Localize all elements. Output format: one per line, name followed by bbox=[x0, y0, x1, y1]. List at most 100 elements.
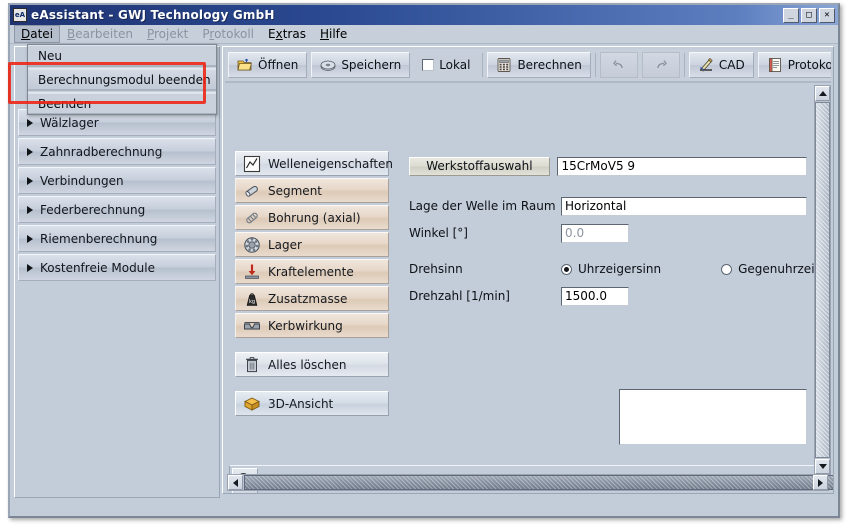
menu-projekt[interactable]: Projekt bbox=[140, 25, 195, 43]
button-label: Bohrung (axial) bbox=[268, 211, 361, 225]
scroll-left-button[interactable] bbox=[228, 475, 243, 490]
sidebar-item-kostenfreie-module[interactable]: Kostenfreie Module bbox=[18, 254, 216, 281]
undo-icon bbox=[611, 57, 627, 73]
button-zusatzmasse[interactable]: kg Zusatzmasse bbox=[235, 286, 389, 311]
material-value-field[interactable]: 15CrMoV5 9 bbox=[557, 157, 807, 176]
angle-value-field[interactable]: 0.0 bbox=[561, 224, 629, 243]
menu-extras[interactable]: Extras bbox=[261, 25, 313, 43]
main-content-panel: Öffnen Speichern Lokal bbox=[222, 46, 834, 494]
chevron-right-icon bbox=[27, 148, 33, 156]
menu-item-beenden[interactable]: Beenden bbox=[28, 93, 216, 114]
rotation-row: Drehsinn Uhrzeigersinn Gegenuhrzei bbox=[409, 255, 807, 283]
chevron-right-icon bbox=[27, 206, 33, 214]
button-lager[interactable]: Lager bbox=[235, 232, 389, 257]
angle-label: Winkel [°] bbox=[409, 226, 561, 240]
vertical-scrollbar[interactable] bbox=[814, 85, 831, 475]
cad-button[interactable]: CAD bbox=[689, 52, 754, 78]
sidebar-item-label: Verbindungen bbox=[40, 174, 124, 188]
chevron-right-icon bbox=[27, 235, 33, 243]
radio-button-icon[interactable] bbox=[561, 264, 572, 275]
sidebar-item-label: Riemenberechnung bbox=[40, 232, 157, 246]
speed-value-field[interactable]: 1500.0 bbox=[561, 287, 629, 306]
title-bar: eA eAssistant - GWJ Technology GmbH _ □ … bbox=[10, 5, 838, 25]
minimize-button[interactable]: _ bbox=[783, 8, 799, 23]
triangle-left-icon bbox=[233, 479, 238, 487]
lokal-checkbox[interactable]: Lokal bbox=[414, 52, 478, 78]
checkbox-icon[interactable] bbox=[422, 59, 434, 71]
menu-hilfe[interactable]: Hilfe bbox=[313, 25, 354, 43]
menu-bearbeiten[interactable]: Bearbeiten bbox=[60, 25, 140, 43]
sidebar-item-riemenberechnung[interactable]: Riemenberechnung bbox=[18, 225, 216, 252]
protokoll-button-label: Protokoll bbox=[788, 58, 831, 72]
application-window: eA eAssistant - GWJ Technology GmbH _ □ … bbox=[8, 3, 840, 518]
cad-pencil-icon bbox=[698, 57, 714, 73]
sidebar-item-federberechnung[interactable]: Federberechnung bbox=[18, 196, 216, 223]
berechnen-button[interactable]: Berechnen bbox=[487, 52, 590, 78]
button-label: Lager bbox=[268, 238, 302, 252]
position-label: Lage der Welle im Raum bbox=[409, 199, 561, 213]
trash-icon bbox=[243, 356, 261, 374]
maximize-button[interactable]: □ bbox=[801, 8, 817, 23]
button-label: Zusatzmasse bbox=[268, 292, 347, 306]
speed-label: Drehzahl [1/min] bbox=[409, 289, 561, 303]
button-3d-ansicht[interactable]: 3D-Ansicht bbox=[235, 391, 389, 416]
menu-item-neu[interactable]: Neu bbox=[28, 45, 216, 66]
window-controls: _ □ ✕ bbox=[783, 8, 835, 23]
triangle-down-icon bbox=[819, 464, 827, 469]
menu-protokoll[interactable]: Protokoll bbox=[195, 25, 261, 43]
cylinder-icon bbox=[243, 182, 261, 200]
sidebar-item-zahnradberechnung[interactable]: Zahnradberechnung bbox=[18, 138, 216, 165]
button-welleneigenschaften[interactable]: Welleneigenschaften bbox=[235, 151, 389, 176]
save-button-label: Speichern bbox=[341, 58, 401, 72]
position-value-field[interactable]: Horizontal bbox=[561, 197, 807, 216]
menu-datei[interactable]: DDateiatei bbox=[14, 25, 60, 43]
button-kraftelemente[interactable]: Kraftelemente bbox=[235, 259, 389, 284]
scroll-right-button[interactable] bbox=[813, 475, 828, 490]
button-label: Segment bbox=[268, 184, 322, 198]
open-button[interactable]: Öffnen bbox=[228, 52, 307, 78]
horizontal-scroll-thumb[interactable] bbox=[244, 475, 834, 490]
shaft-properties-form: Werkstoffauswahl 15CrMoV5 9 Lage der Wel… bbox=[409, 151, 807, 309]
radio-button-icon[interactable] bbox=[721, 264, 732, 275]
scroll-down-button[interactable] bbox=[815, 459, 830, 474]
chevron-right-icon bbox=[27, 119, 33, 127]
save-button[interactable]: Speichern bbox=[311, 52, 410, 78]
button-bohrung-axial[interactable]: Bohrung (axial) bbox=[235, 205, 389, 230]
main-toolbar: Öffnen Speichern Lokal bbox=[225, 49, 831, 83]
button-segment[interactable]: Segment bbox=[235, 178, 389, 203]
sidebar-item-verbindungen[interactable]: Verbindungen bbox=[18, 167, 216, 194]
werkstoffauswahl-button[interactable]: Werkstoffauswahl bbox=[409, 157, 550, 176]
result-text-area[interactable] bbox=[619, 389, 807, 445]
undo-button[interactable] bbox=[600, 52, 638, 78]
app-icon: eA bbox=[13, 8, 27, 22]
radio-label: Gegenuhrzei bbox=[738, 262, 814, 276]
redo-icon bbox=[653, 57, 669, 73]
menu-item-berechnungsmodul-beenden[interactable]: Berechnungsmodul beenden bbox=[28, 69, 216, 90]
chart-curve-icon bbox=[243, 155, 261, 173]
speed-row: Drehzahl [1/min] 1500.0 bbox=[409, 283, 807, 309]
report-icon bbox=[767, 57, 783, 73]
button-group-gap bbox=[235, 379, 389, 391]
button-label: Welleneigenschaften bbox=[268, 157, 393, 171]
screenshot-root: eA eAssistant - GWJ Technology GmbH _ □ … bbox=[0, 0, 847, 531]
radio-gegenuhrzeigersinn[interactable]: Gegenuhrzei bbox=[721, 262, 814, 276]
window-title: eAssistant - GWJ Technology GmbH bbox=[31, 8, 783, 22]
chevron-right-icon bbox=[27, 264, 33, 272]
vertical-scroll-thumb[interactable] bbox=[815, 102, 830, 458]
protokoll-button[interactable]: Protokoll bbox=[758, 52, 831, 78]
sidebar-item-label: Wälzlager bbox=[40, 116, 99, 130]
triangle-up-icon bbox=[819, 91, 827, 96]
sidebar-item-label: Zahnradberechnung bbox=[40, 145, 162, 159]
triangle-right-icon bbox=[818, 479, 823, 487]
radio-uhrzeigersinn[interactable]: Uhrzeigersinn bbox=[561, 262, 661, 276]
close-button[interactable]: ✕ bbox=[819, 8, 835, 23]
scroll-up-button[interactable] bbox=[815, 86, 830, 101]
button-kerbwirkung[interactable]: Kerbwirkung bbox=[235, 313, 389, 338]
bore-icon bbox=[243, 209, 261, 227]
redo-button[interactable] bbox=[642, 52, 680, 78]
horizontal-scrollbar[interactable] bbox=[227, 474, 829, 491]
position-row: Lage der Welle im Raum Horizontal bbox=[409, 193, 807, 219]
button-alles-loeschen[interactable]: Alles löschen bbox=[235, 352, 389, 377]
button-label: 3D-Ansicht bbox=[268, 397, 333, 411]
cad-button-label: CAD bbox=[719, 58, 745, 72]
